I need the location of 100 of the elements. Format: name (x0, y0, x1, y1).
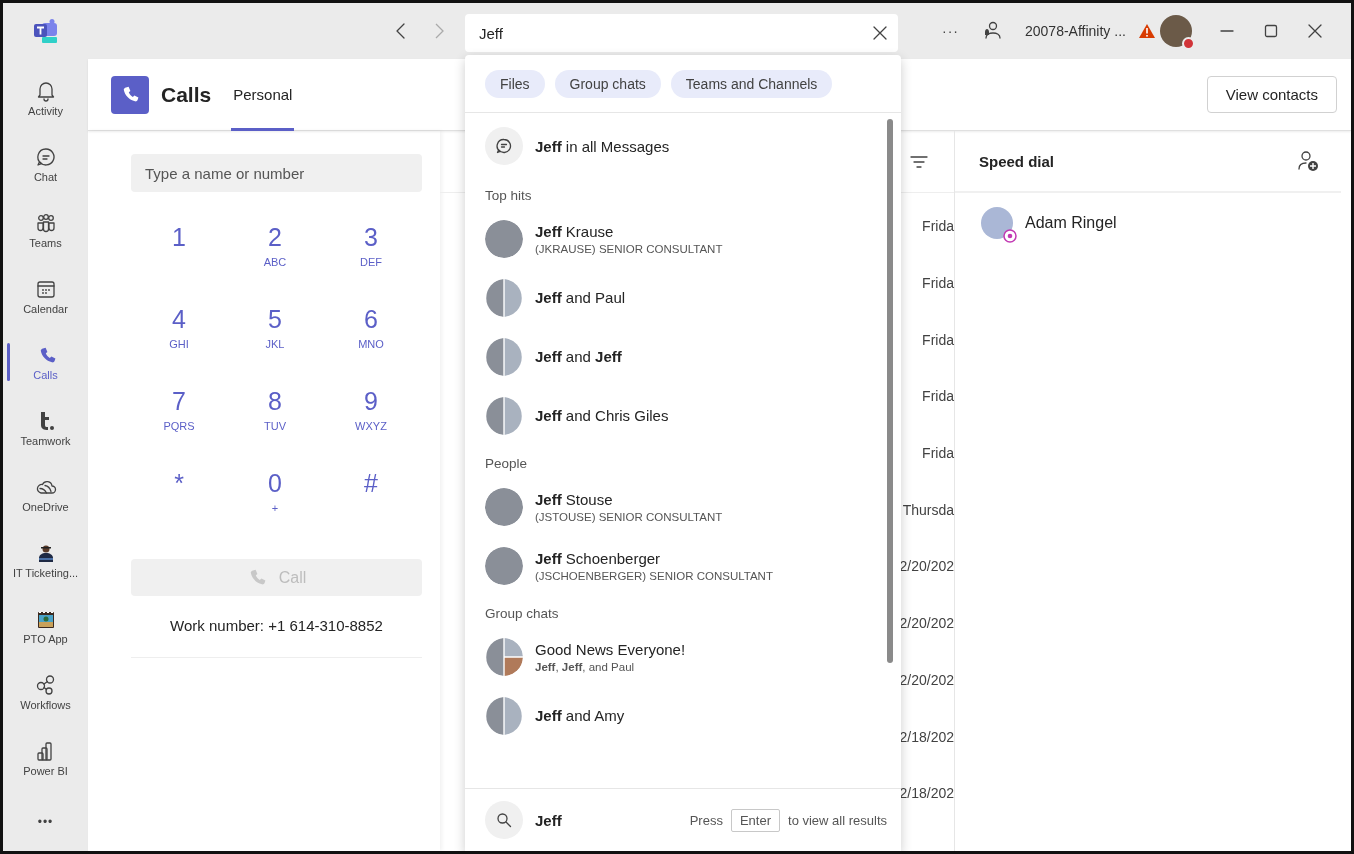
dial-key[interactable]: 3 DEF (323, 216, 419, 298)
maximize-button[interactable] (1263, 24, 1278, 38)
search-result[interactable]: Jeff and Chris Giles (485, 386, 881, 445)
call-date: Frida (922, 218, 954, 235)
section-title: Speed dial (979, 152, 1055, 170)
dial-key[interactable]: 6 MNO (323, 298, 419, 380)
search-result[interactable]: Jeff and Amy (485, 686, 881, 745)
result-title: Jeff and Chris Giles (535, 407, 669, 424)
section-heading: Group chats (485, 604, 560, 623)
result-subtitle: (JSCHOENBERGER) SENIOR CONSULTANT (535, 569, 773, 582)
dial-key[interactable]: 7 PQRS (131, 380, 227, 462)
search-result[interactable]: Jeff in all Messages (485, 115, 881, 177)
section-heading: Top hits (485, 186, 533, 205)
profile-avatar[interactable] (1159, 15, 1192, 47)
sidebar-item[interactable]: OneDrive (3, 461, 88, 527)
sidebar-item[interactable]: IT Ticketing... (3, 527, 88, 593)
presence-status-icon (1181, 37, 1195, 50)
people-group-icon (34, 211, 57, 234)
chat-bubble-icon (496, 138, 512, 154)
number-field[interactable]: Type a name or number (131, 154, 422, 192)
filter-icon (910, 154, 928, 169)
sidebar-item[interactable]: Calls (3, 329, 88, 395)
dial-key[interactable]: 1 (131, 216, 227, 298)
group-avatar (485, 278, 523, 317)
call-date: Frida (922, 275, 954, 292)
warning-icon (1137, 23, 1156, 39)
search-result[interactable]: Jeff Schoenberger (JSCHOENBERGER) SENIOR CONSULTANT (485, 536, 881, 595)
connected-nodes-icon (34, 673, 57, 696)
search-result[interactable]: Jeff Stouse (JSTOUSE) SENIOR CONSULTANT (485, 477, 881, 536)
dial-key[interactable]: # (323, 462, 419, 544)
more-apps-button[interactable]: ••• (37, 815, 54, 829)
result-title: Jeff Krause (535, 222, 615, 240)
filter-chip[interactable]: Teams and Channels (670, 70, 833, 98)
dial-key[interactable]: 9 WXYZ (323, 380, 419, 462)
person-avatar (485, 487, 523, 526)
status-icon (1003, 229, 1017, 243)
sidebar-item[interactable]: Teamwork (3, 395, 88, 461)
group-avatar (485, 396, 523, 435)
sidebar-item[interactable]: Workflows (3, 659, 88, 725)
person-avatar (485, 219, 523, 258)
organization-name[interactable]: 20078-Affinity ... (1025, 23, 1126, 39)
search-field[interactable]: Jeff (465, 14, 898, 52)
result-subtitle: (JSTOUSE) SENIOR CONSULTANT (535, 510, 723, 523)
result-title: Good News Everyone! (535, 640, 686, 658)
work-number: Work number: +1 614-310-8852 (131, 596, 422, 658)
group-avatar (485, 637, 523, 676)
sidebar-item[interactable]: Activity (3, 65, 88, 131)
tab[interactable]: Personal (231, 58, 295, 131)
call-date: 2/20/202 (899, 558, 954, 575)
maximize-icon (1263, 24, 1278, 38)
call-date: Frida (922, 331, 954, 348)
clear-search-button[interactable] (872, 25, 888, 41)
calls-app-icon (111, 75, 149, 114)
speed-dial-contact[interactable]: Adam Ringel (955, 193, 1341, 239)
close-icon (872, 25, 888, 41)
add-person-icon (1297, 150, 1319, 172)
close-icon (1307, 24, 1322, 38)
sidebar-item[interactable]: Power BI (3, 725, 88, 791)
dial-key[interactable]: 5 JKL (227, 298, 323, 380)
dial-key[interactable]: 4 GHI (131, 298, 227, 380)
search-icon (496, 812, 512, 828)
result-title: Jeff and Jeff (535, 348, 622, 365)
person-avatar (485, 546, 523, 585)
close-button[interactable] (1307, 24, 1322, 38)
scrollbar[interactable] (887, 119, 893, 663)
search-query: Jeff (535, 811, 562, 829)
group-avatar (485, 696, 523, 735)
filter-chip[interactable]: Group chats (554, 70, 661, 98)
section-heading: People (485, 454, 529, 473)
hint-text: Press (689, 812, 723, 828)
search-result[interactable]: Jeff Krause (JKRAUSE) SENIOR CONSULTANT (485, 209, 881, 268)
search-result[interactable]: Jeff and Paul (485, 268, 881, 327)
dial-key[interactable]: * (131, 462, 227, 544)
filter-chip[interactable]: Files (485, 70, 545, 98)
view-contacts-button[interactable]: View contacts (1206, 76, 1337, 113)
enter-key: Enter (730, 808, 780, 832)
result-subtitle: (JKRAUSE) SENIOR CONSULTANT (535, 242, 723, 255)
call-date: Frida (922, 445, 954, 462)
hint-text: to view all results (788, 812, 887, 828)
forward-icon (433, 22, 445, 40)
call-date: Thursda (902, 501, 954, 518)
sidebar-item[interactable]: Teams (3, 197, 88, 263)
call-date: 2/20/202 (899, 615, 954, 632)
call-date: 2/18/202 (899, 728, 954, 745)
call-date: 2/18/202 (899, 785, 954, 802)
more-options-button[interactable]: ··· (942, 23, 959, 39)
dial-key[interactable]: 8 TUV (227, 380, 323, 462)
dial-key[interactable]: 0 + (227, 462, 323, 544)
add-contact-button[interactable] (1297, 150, 1319, 172)
result-title: Jeff Stouse (535, 490, 614, 508)
sidebar-item[interactable]: PTO App (3, 593, 88, 659)
search-result[interactable]: Jeff and Jeff (485, 327, 881, 386)
dial-key[interactable]: 2 ABC (227, 216, 323, 298)
sidebar-item[interactable]: Chat (3, 131, 88, 197)
search-result[interactable]: Good News Everyone! Jeff, Jeff, and Paul (485, 627, 881, 686)
chat-icon (34, 145, 57, 168)
app-logo-icon (32, 18, 59, 44)
filter-button[interactable] (910, 154, 928, 169)
sidebar-item[interactable]: Calendar (3, 263, 88, 329)
page-title: Calls (161, 82, 212, 107)
